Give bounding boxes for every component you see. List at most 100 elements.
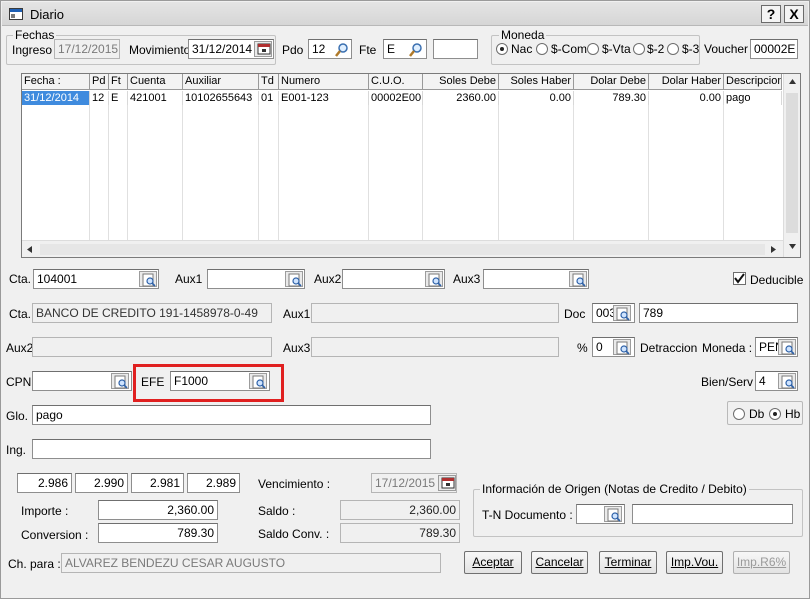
ing-field[interactable] [32,439,431,459]
fechas-group-label: Fechas [13,28,57,42]
cpn-label: CPN [6,375,32,389]
aux2-lookup-button[interactable] [425,271,443,287]
table-cell-dolar-debe[interactable]: 789.30 [574,91,649,105]
moneda-radio-com[interactable] [536,43,548,55]
deducible-checkbox[interactable] [733,272,746,285]
grid-col-soles-debe[interactable]: Soles Debe [423,74,499,90]
doc-lookup-button[interactable] [613,305,631,321]
grid-col-cuenta[interactable]: Cuenta [128,74,183,90]
imp-vou-button[interactable]: Imp.Vou. [666,551,723,574]
calendar-button[interactable] [254,41,272,57]
tn-documento-label: T-N Documento : [482,508,573,522]
moneda-lookup-button[interactable] [778,339,796,355]
close-button[interactable]: X [784,5,804,23]
diario-window: Diario ? X Fechas Ingreso 17/12/2015 Mov… [0,0,810,599]
grid-col-td[interactable]: Td [259,74,279,90]
calendar-icon [257,43,271,55]
grid-line [723,105,724,240]
moneda-radio-nac[interactable] [496,43,508,55]
doc-number-field[interactable]: 789 [639,303,798,323]
cpn-lookup-button[interactable] [111,373,129,389]
moneda-radio-vta[interactable] [587,43,599,55]
rate-field-1[interactable]: 2.986 [17,473,72,493]
saldo-label: Saldo : [258,504,296,518]
db-option-label: Db [749,407,765,421]
table-cell-ft[interactable]: E [109,91,128,105]
moneda-field-label: Moneda : [702,341,753,355]
pdo-search-button[interactable] [332,41,350,57]
table-cell-descripcion[interactable]: pago [724,91,782,105]
horizontal-scrollbar[interactable] [22,240,783,257]
conversion-field[interactable]: 789.30 [98,523,218,543]
grid-line [648,105,649,240]
glosa-field[interactable]: pago [32,405,431,425]
aceptar-button[interactable]: Aceptar [464,551,522,574]
grid-col-dolar-haber[interactable]: Dolar Haber [649,74,724,90]
cta-lookup-button[interactable] [139,271,157,287]
checkmark-icon [734,273,745,284]
tn-lookup-button[interactable] [604,506,622,522]
table-cell-soles-debe[interactable]: 2360.00 [423,91,499,105]
table-cell-fecha[interactable]: 31/12/2014 [22,91,90,105]
vertical-scrollbar[interactable] [783,74,800,257]
lookup-icon [607,508,621,522]
aux1-lookup-button[interactable] [285,271,303,287]
table-cell-td[interactable]: 01 [259,91,279,105]
table-cell-soles-haber[interactable]: 0.00 [499,91,574,105]
table-cell-dolar-haber[interactable]: 0.00 [649,91,724,105]
moneda-radio-2[interactable] [633,43,645,55]
vencimiento-calendar-button[interactable] [438,475,456,491]
cta-desc-label: Cta. [9,307,32,321]
lookup-icon [114,375,128,389]
importe-field[interactable]: 2,360.00 [98,500,218,520]
journal-grid[interactable]: Fecha : Pd Ft Cuenta Auxiliar Td Numero … [21,73,801,258]
grid-col-fecha[interactable]: Fecha : [22,74,90,90]
radio-db[interactable] [733,408,745,420]
table-cell-numero[interactable]: E001-123 [279,91,369,105]
grid-col-dolar-debe[interactable]: Dolar Debe [574,74,649,90]
pdo-label: Pdo [282,43,304,57]
vencimiento-label: Vencimiento : [258,477,331,491]
calendar-icon [441,477,455,489]
table-cell-pd[interactable]: 12 [90,91,109,105]
grid-col-pd[interactable]: Pd [90,74,109,90]
moneda-option-nac: Nac [511,42,533,56]
voucher-field[interactable]: 00002E [750,39,798,59]
moneda-option-vta: $-Vta [602,42,631,56]
rate-field-2[interactable]: 2.990 [75,473,128,493]
help-button[interactable]: ? [761,5,781,23]
moneda-radio-3[interactable] [667,43,679,55]
saldo-conv-field: 789.30 [340,523,460,543]
table-cell-cuenta[interactable]: 421001 [128,91,183,105]
deducible-label: Deducible [750,273,804,287]
detraccion-label: Detraccion [640,341,698,355]
fte-extra-field[interactable] [433,39,478,59]
aux3-lookup-button[interactable] [569,271,587,287]
percent-lookup-button[interactable] [613,339,631,355]
grid-col-ft[interactable]: Ft [109,74,128,90]
lookup-icon [288,273,302,287]
tn-number-field[interactable] [632,504,793,524]
grid-col-cuo[interactable]: C.U.O. [369,74,423,90]
lookup-icon [781,341,795,355]
aux3-label: Aux3 [453,272,481,286]
cancelar-button[interactable]: Cancelar [531,551,588,574]
title-bar[interactable]: Diario ? X [2,2,808,26]
grid-col-numero[interactable]: Numero [279,74,369,90]
fte-search-button[interactable] [406,41,424,57]
aux3-desc-label: Aux3 [283,341,311,355]
saldo-field: 2,360.00 [340,500,460,520]
grid-line [108,105,109,240]
grid-line [573,105,574,240]
bienserv-lookup-button[interactable] [778,373,796,389]
grid-col-soles-haber[interactable]: Soles Haber [499,74,574,90]
rate-field-4[interactable]: 2.989 [187,473,240,493]
rate-field-3[interactable]: 2.981 [131,473,184,493]
app-window-icon [9,8,23,20]
table-cell-cuo[interactable]: 00002E00 [369,91,423,105]
grid-col-descripcion[interactable]: Descripcion [724,74,782,90]
terminar-button[interactable]: Terminar [599,551,657,574]
radio-hb[interactable] [769,408,781,420]
grid-col-auxiliar[interactable]: Auxiliar [183,74,259,90]
table-cell-auxiliar[interactable]: 10102655643 [183,91,259,105]
